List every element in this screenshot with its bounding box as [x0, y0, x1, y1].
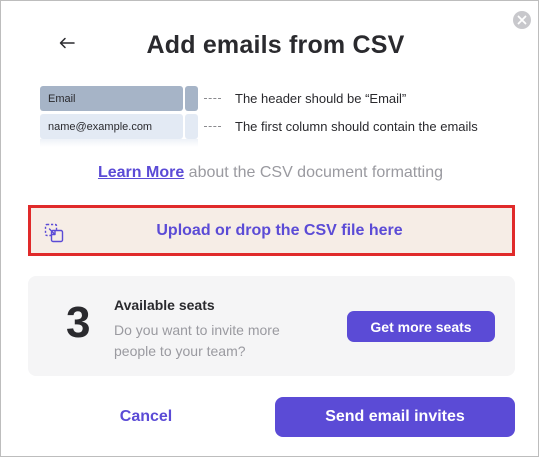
learn-more-line: Learn More about the CSV document format… — [1, 164, 540, 182]
seats-count: 3 — [66, 298, 91, 347]
close-icon — [517, 15, 527, 25]
csv-example-row-side-cell — [185, 114, 198, 139]
seats-title: Available seats — [114, 297, 215, 313]
learn-more-suffix: about the CSV document formatting — [184, 164, 444, 181]
csv-header-connector — [204, 98, 221, 99]
csv-example-header-side-cell — [185, 86, 198, 111]
csv-example-fade — [40, 139, 198, 147]
add-emails-dialog: Add emails from CSV Email name@example.c… — [0, 0, 539, 457]
dialog-title: Add emails from CSV — [146, 31, 405, 59]
close-button[interactable] — [513, 11, 531, 29]
upload-label: Upload or drop the CSV file here — [156, 221, 403, 239]
csv-row-note: The first column should contain the emai… — [235, 119, 478, 134]
file-upload-icon — [44, 223, 64, 243]
available-seats-card: 3 Available seats Do you want to invite … — [28, 276, 515, 376]
csv-header-note: The header should be “Email” — [235, 91, 407, 106]
get-more-seats-button[interactable]: Get more seats — [347, 311, 495, 342]
cancel-button[interactable]: Cancel — [96, 397, 196, 437]
csv-example-row-cell: name@example.com — [40, 114, 183, 139]
csv-example-header-cell: Email — [40, 86, 183, 111]
csv-upload-dropzone[interactable]: Upload or drop the CSV file here — [28, 205, 515, 256]
seats-description: Do you want to invite more people to you… — [114, 322, 280, 359]
send-email-invites-button[interactable]: Send email invites — [275, 397, 515, 437]
csv-row-connector — [204, 126, 221, 127]
learn-more-link[interactable]: Learn More — [98, 164, 184, 181]
